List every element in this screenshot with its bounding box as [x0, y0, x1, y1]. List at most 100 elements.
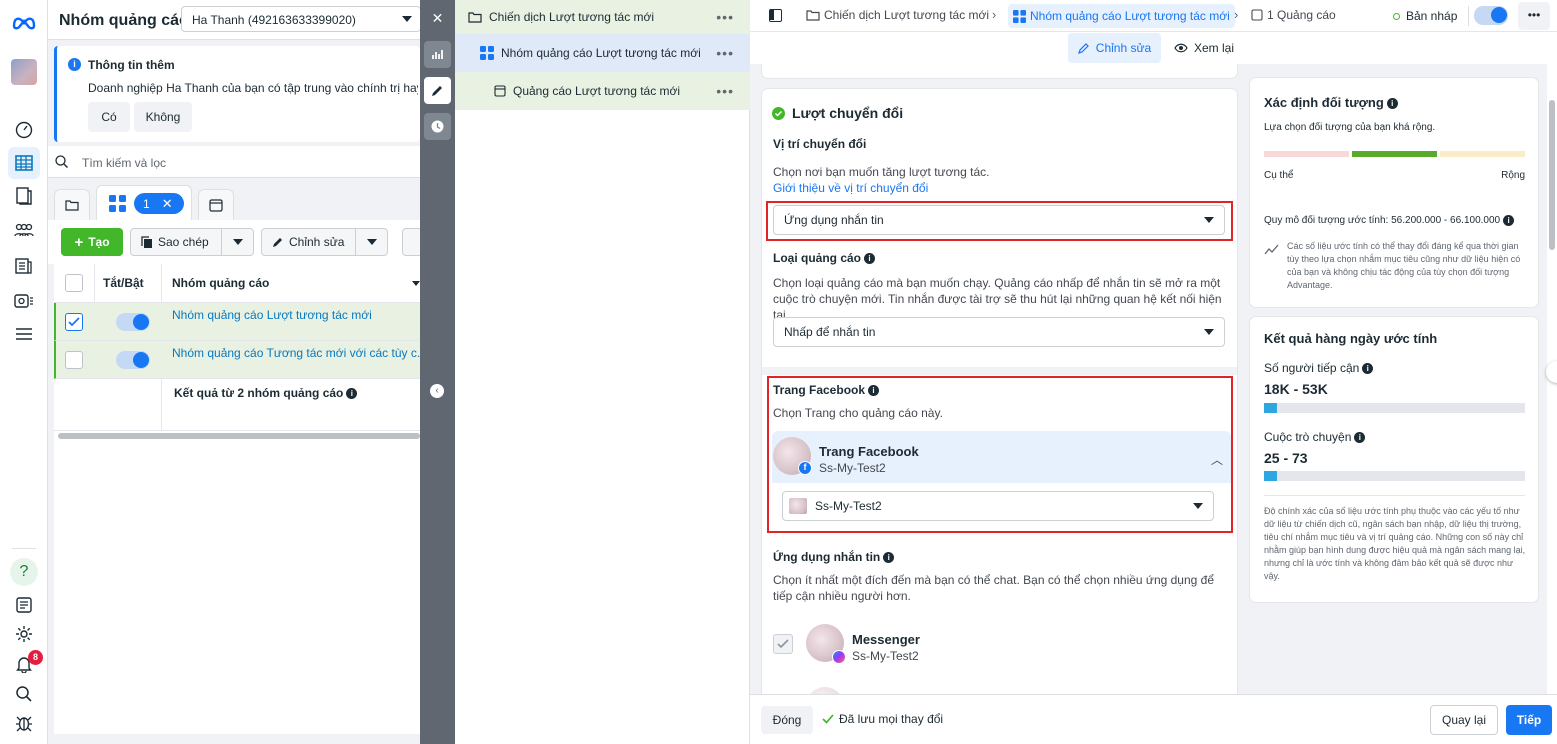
col-sort-caret-icon[interactable] — [412, 281, 420, 286]
adset-grid-icon — [1013, 9, 1026, 23]
editor-sidebar-bar: ✕ ‹ — [420, 0, 455, 744]
more-options-icon[interactable]: ••• — [716, 83, 734, 99]
folder-icon — [806, 10, 820, 21]
summary-label: Kết quả từ 2 nhóm quảng cáo — [174, 386, 344, 400]
tab-ads[interactable] — [198, 189, 234, 220]
notification-badge: 8 — [28, 650, 43, 665]
menu-icon[interactable] — [8, 318, 40, 350]
dashboard-icon[interactable] — [8, 114, 40, 146]
col-name-header[interactable]: Nhóm quảng cáo — [172, 276, 269, 290]
collapse-panel-icon[interactable]: ‹ — [430, 384, 444, 398]
toggle-sidebar-icon[interactable] — [769, 9, 782, 22]
more-options-icon[interactable]: ••• — [1518, 2, 1550, 30]
audiences-icon[interactable] — [8, 214, 40, 246]
settings-gear-icon[interactable] — [8, 618, 40, 650]
adset-name-link[interactable]: Nhóm quảng cáo Tương tác mới với các tùy… — [172, 346, 427, 360]
breadcrumb-ads[interactable]: 1 Quảng cáo — [1251, 8, 1336, 22]
tree-ad-label: Quảng cáo Lượt tương tác mới — [513, 84, 681, 98]
rail-divider — [12, 548, 36, 549]
row-checkbox[interactable] — [65, 313, 83, 331]
copy-label: Sao chép — [158, 235, 209, 249]
edit-dropdown-caret-icon[interactable] — [355, 229, 387, 255]
results-title: Kết quả hàng ngày ước tính — [1264, 331, 1438, 346]
close-button[interactable]: Đóng — [761, 706, 813, 734]
horizontal-scrollbar[interactable] — [58, 433, 420, 439]
breadcrumb-campaign[interactable]: Chiến dịch Lượt tương tác mới — [806, 8, 989, 22]
more-options-icon[interactable]: ••• — [716, 45, 734, 61]
chart-icon[interactable] — [424, 41, 451, 68]
scrollbar-thumb[interactable] — [1549, 100, 1555, 250]
adtype-label: Loại quảng cáo i — [773, 251, 876, 265]
tree-ad-item[interactable]: Quảng cáo Lượt tương tác mới ••• — [455, 72, 750, 110]
tab-review[interactable]: Xem lại — [1168, 33, 1240, 63]
table-header: Tắt/Bật Nhóm quảng cáo — [54, 264, 420, 303]
messenger-checkbox[interactable] — [773, 634, 793, 654]
close-editor-icon[interactable]: ✕ — [424, 5, 451, 32]
events-manager-icon[interactable] — [8, 285, 40, 317]
info-no-button[interactable]: Không — [134, 102, 192, 132]
audience-right-label: Rộng — [1501, 170, 1525, 181]
tree-adset-item[interactable]: Nhóm quảng cáo Lượt tương tác mới ••• — [455, 34, 750, 72]
header-divider — [161, 264, 162, 303]
adset-name-link[interactable]: Nhóm quảng cáo Lượt tương tác mới — [172, 308, 372, 322]
more-options-icon[interactable]: ••• — [716, 9, 734, 25]
copy-dropdown-caret-icon[interactable] — [221, 229, 253, 255]
info-text: Doanh nghiệp Ha Thanh của bạn có tập tru… — [88, 81, 418, 95]
col-toggle-header[interactable]: Tắt/Bật — [103, 276, 144, 290]
conv-label: Cuộc trò chuyện — [1264, 430, 1352, 444]
search-filter-bar[interactable]: Tìm kiếm và lọc — [48, 146, 420, 178]
check-circle-icon — [772, 106, 785, 120]
info-icon: i — [1386, 98, 1398, 110]
copy-button[interactable]: Sao chép — [130, 228, 254, 256]
help-icon[interactable]: ? — [8, 556, 40, 588]
location-help-link[interactable]: Giới thiệu về vị trí chuyển đổi — [773, 181, 928, 195]
select-all-checkbox[interactable] — [65, 274, 83, 292]
selected-count-chip[interactable]: 1 ✕ — [134, 193, 184, 214]
row-toggle[interactable] — [116, 313, 150, 331]
checkmark-icon — [68, 317, 80, 327]
tab-adsets[interactable]: 1 ✕ — [96, 185, 192, 220]
breadcrumb-adset[interactable]: Nhóm quảng cáo Lượt tương tác mới — [1008, 4, 1235, 28]
more-tool-button[interactable] — [402, 228, 420, 256]
inbox-icon[interactable] — [8, 589, 40, 621]
table-row[interactable]: Nhóm quảng cáo Lượt tương tác mới — [54, 303, 420, 341]
pencil-icon — [273, 238, 282, 247]
edit-label: Chỉnh sửa — [289, 235, 345, 249]
pages-icon[interactable] — [8, 180, 40, 212]
tab-edit[interactable]: Chỉnh sửa — [1068, 33, 1161, 63]
eye-icon — [1174, 43, 1188, 53]
ad-type-value: Nhấp để nhắn tin — [784, 325, 876, 339]
tab-campaigns[interactable] — [54, 189, 90, 220]
plus-icon: + — [74, 233, 84, 251]
info-yes-button[interactable]: Có — [88, 102, 130, 132]
row-checkbox[interactable] — [65, 351, 83, 369]
tree-campaign-item[interactable]: Chiến dịch Lượt tương tác mới ••• — [455, 0, 750, 34]
bug-report-icon[interactable] — [8, 707, 40, 739]
campaigns-table-icon[interactable] — [8, 147, 40, 179]
search-icon[interactable] — [8, 678, 40, 710]
edit-pencil-icon[interactable] — [424, 77, 451, 104]
audience-note: Các số liệu ước tính có thể thay đổi đán… — [1287, 241, 1521, 290]
status-divider — [1468, 6, 1469, 26]
conv-value: 25 - 73 — [1264, 450, 1308, 466]
info-card: i Thông tin thêm Doanh nghiệp Ha Thanh c… — [54, 46, 420, 142]
reach-bar-fill — [1264, 403, 1278, 413]
draft-toggle[interactable] — [1474, 6, 1508, 25]
table-row[interactable]: Nhóm quảng cáo Tương tác mới với các tùy… — [54, 341, 427, 379]
row-toggle[interactable] — [116, 351, 150, 369]
clear-selection-icon[interactable]: ✕ — [162, 196, 173, 212]
meta-logo-icon[interactable] — [8, 6, 40, 38]
history-clock-icon[interactable] — [424, 113, 451, 140]
notifications-bell-icon[interactable]: 8 — [8, 648, 43, 680]
ad-type-select[interactable]: Nhấp để nhắn tin — [773, 317, 1225, 347]
account-selector[interactable]: Ha Thanh (492163633399020) — [181, 6, 421, 32]
create-button[interactable]: + Tạo — [61, 228, 123, 256]
account-avatar[interactable] — [8, 56, 40, 88]
back-button[interactable]: Quay lại — [1430, 705, 1498, 735]
audience-title-row: Xác định đối tượng i — [1264, 95, 1398, 110]
account-dropdown-caret-icon — [402, 16, 412, 22]
check-icon — [822, 714, 834, 724]
catalog-icon[interactable] — [8, 250, 40, 282]
next-button[interactable]: Tiếp — [1506, 705, 1552, 735]
edit-button[interactable]: Chỉnh sửa — [261, 228, 388, 256]
